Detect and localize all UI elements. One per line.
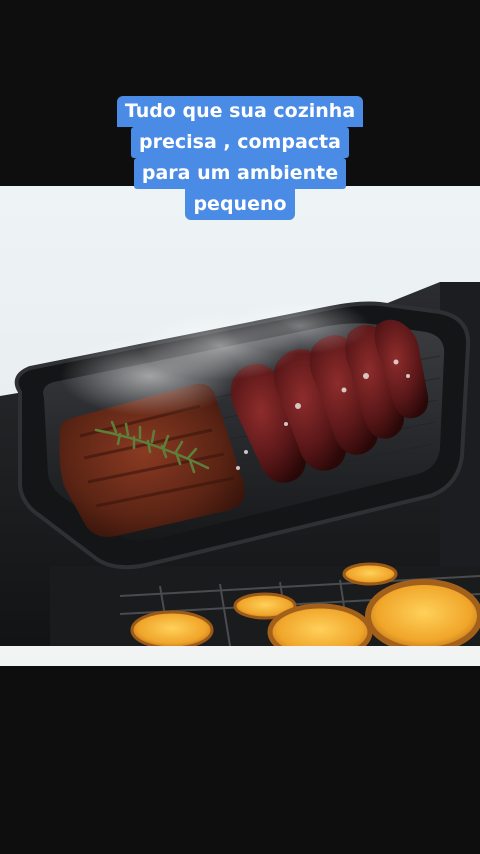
grill-oven-illustration: [0, 282, 480, 661]
caption-line-1: Tudo que sua cozinha: [116, 96, 364, 127]
video-screen[interactable]: Tudo que sua cozinha precisa , compacta …: [0, 0, 480, 854]
caption-overlay: Tudo que sua cozinha precisa , compacta …: [0, 96, 480, 220]
caption-line-2: precisa , compacta: [131, 127, 349, 158]
photo-bottom-strip: [0, 646, 480, 666]
caption-line-3: para um ambiente: [133, 158, 347, 189]
product-photo: [0, 186, 480, 666]
caption-line-4: pequeno: [185, 189, 295, 220]
